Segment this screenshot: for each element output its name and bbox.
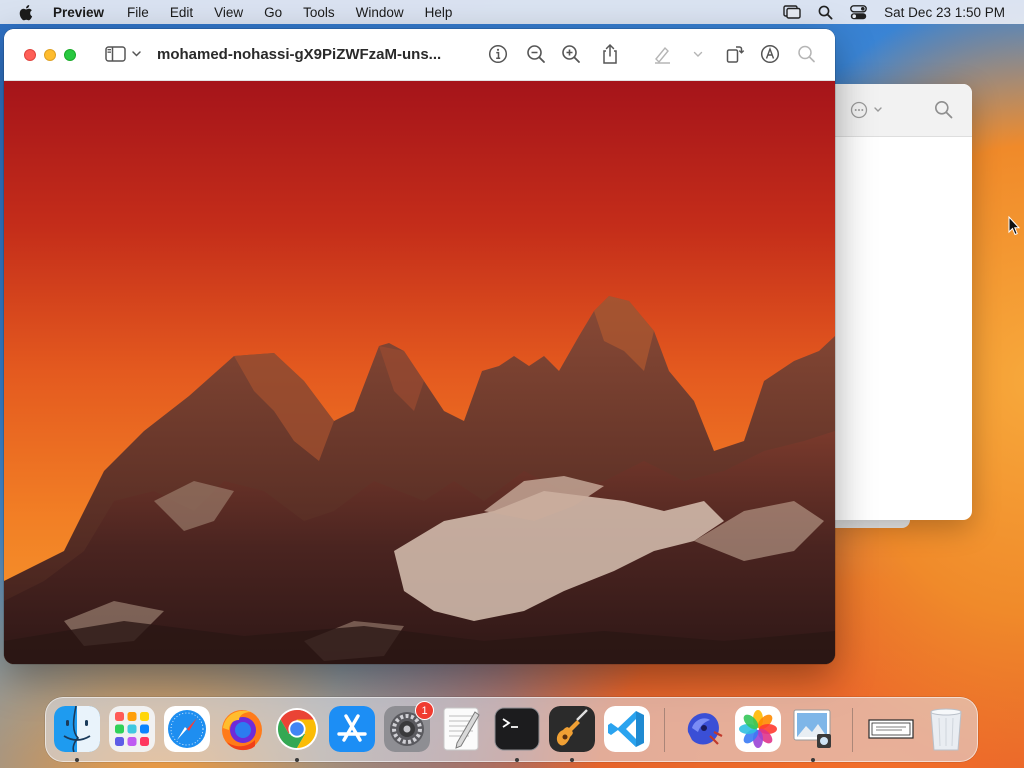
rotate-icon (726, 46, 745, 63)
zoom-in-button[interactable] (561, 43, 581, 65)
notification-badge: 1 (415, 701, 434, 720)
dock-running-indicator (515, 758, 519, 762)
menu-file[interactable]: File (127, 5, 149, 20)
more-options-icon[interactable] (850, 101, 886, 119)
dock-document-icon[interactable] (868, 706, 914, 752)
dock-textedit-icon[interactable] (439, 706, 485, 752)
dock-terminal-icon[interactable] (494, 706, 540, 752)
minimize-window-button[interactable] (44, 49, 56, 61)
dock-safari-icon[interactable] (164, 706, 210, 752)
dock-running-indicator (811, 758, 815, 762)
dock-separator (664, 708, 665, 752)
markup-icon (760, 44, 780, 64)
info-icon (488, 44, 508, 64)
dock-app-store-icon[interactable] (329, 706, 375, 752)
share-button[interactable] (601, 43, 619, 65)
menu-window[interactable]: Window (356, 5, 404, 20)
highlight-menu-button[interactable] (692, 43, 704, 65)
dock-launchpad-icon[interactable] (109, 706, 155, 752)
menu-help[interactable]: Help (425, 5, 453, 20)
share-icon (603, 43, 617, 64)
dock-separator (852, 708, 853, 752)
zoom-in-icon (562, 45, 580, 63)
close-window-button[interactable] (24, 49, 36, 61)
dock-firefox-icon[interactable] (219, 706, 265, 752)
dock-running-indicator (75, 758, 79, 762)
zoom-window-button[interactable] (64, 49, 76, 61)
screen-mirroring-icon[interactable] (783, 5, 801, 19)
menu-edit[interactable]: Edit (170, 5, 193, 20)
preview-window: mohamed-nohassi-gX9PiZWFzaM-uns... (4, 29, 835, 664)
zoom-out-button[interactable] (526, 43, 546, 65)
dock-trash-icon[interactable] (923, 706, 969, 752)
document-title[interactable]: mohamed-nohassi-gX9PiZWFzaM-uns... (157, 46, 441, 63)
dock-running-indicator (570, 758, 574, 762)
zoom-out-icon (527, 45, 545, 63)
dock-running-indicator (295, 758, 299, 762)
mouse-cursor-icon (1008, 216, 1020, 236)
menu-bar: Preview File Edit View Go Tools Window H… (0, 0, 1024, 24)
search-button[interactable] (797, 43, 816, 65)
apple-logo-icon[interactable] (19, 4, 35, 21)
highlighter-icon (655, 46, 670, 64)
highlight-button[interactable] (652, 43, 672, 65)
background-window[interactable] (834, 84, 972, 520)
menu-go[interactable]: Go (264, 5, 282, 20)
chevron-down-icon (693, 51, 703, 57)
dock: 1 (45, 697, 978, 762)
info-button[interactable] (488, 43, 508, 65)
search-icon[interactable] (934, 100, 953, 124)
menu-view[interactable]: View (214, 5, 243, 20)
menu-app-preview[interactable]: Preview (53, 5, 104, 20)
background-window-toolbar (834, 84, 972, 137)
sidebar-toggle-button[interactable] (104, 43, 144, 65)
rotate-button[interactable] (725, 43, 745, 65)
document-image (4, 81, 835, 664)
sidebar-icon (105, 46, 141, 62)
dock-vscode-icon[interactable] (604, 706, 650, 752)
spotlight-search-icon[interactable] (818, 5, 833, 20)
control-center-icon[interactable] (850, 4, 868, 20)
window-toolbar: mohamed-nohassi-gX9PiZWFzaM-uns... (4, 29, 835, 81)
markup-button[interactable] (760, 43, 780, 65)
dock-unknown-app-icon[interactable] (680, 706, 726, 752)
dock-finder-icon[interactable] (54, 706, 100, 752)
menu-tools[interactable]: Tools (303, 5, 335, 20)
dock-garageband-icon[interactable] (549, 706, 595, 752)
dock-preview-icon[interactable] (790, 706, 836, 752)
dock-photos-icon[interactable] (735, 706, 781, 752)
dock-chrome-icon[interactable] (274, 706, 320, 752)
menu-clock[interactable]: Sat Dec 23 1:50 PM (884, 5, 1005, 20)
search-icon (798, 45, 815, 63)
